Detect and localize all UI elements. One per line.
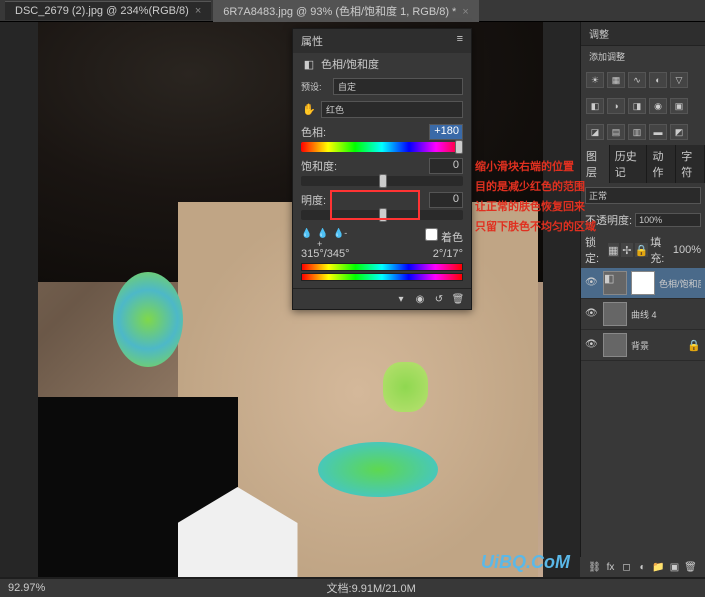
selective-color-icon[interactable]: ◩ — [670, 124, 688, 140]
delete-layer-icon[interactable]: 🗑 — [684, 560, 698, 574]
delete-icon[interactable]: 🗑 — [450, 292, 466, 306]
annotation-2: 目的是减少红色的范围 — [475, 178, 585, 194]
layers-tabs: 图层 历史记 动作 字符 — [581, 145, 705, 183]
output-color-bar[interactable] — [301, 273, 463, 281]
new-group-icon[interactable]: 📁 — [652, 560, 666, 574]
layer-background[interactable]: 👁 背景 🔒 — [581, 330, 705, 361]
opacity-value[interactable]: 100% — [635, 213, 701, 227]
close-icon[interactable]: × — [195, 5, 201, 17]
saturation-slider[interactable] — [301, 176, 463, 186]
color-balance-icon[interactable]: ◑ — [607, 98, 625, 114]
document-size: 文档:9.91M/21.0M — [327, 580, 416, 596]
lightness-label: 明度: — [301, 192, 326, 208]
panel-title: 属性 — [301, 33, 323, 49]
clip-to-layer-icon[interactable]: ▾ — [393, 292, 409, 306]
visibility-icon[interactable]: 👁 — [585, 308, 599, 320]
annotation-4: 只留下肤色不均匀的区域 — [475, 218, 596, 234]
vibrance-icon[interactable]: ▽ — [670, 72, 688, 88]
hue-value[interactable]: +180 — [429, 124, 463, 140]
properties-panel: 属性 ≡ ◧ 色相/饱和度 预设: 自定 ✋ 红色 色相: +180 饱和度: 0 明… — [292, 28, 472, 310]
reset-icon[interactable]: ↺ — [431, 292, 447, 306]
tab-layers[interactable]: 图层 — [581, 145, 610, 183]
lock-label: 锁定: — [585, 234, 606, 266]
colorize-checkbox[interactable]: 着色 — [425, 228, 463, 245]
document-tab-2[interactable]: 6R7A8483.jpg @ 93% (色相/饱和度 1, RGB/8) *× — [213, 0, 479, 22]
hue-sat-icon[interactable]: ◧ — [586, 98, 604, 114]
document-tab-1[interactable]: DSC_2679 (2).jpg @ 234%(RGB/8)× — [5, 1, 211, 20]
add-adjustment-label: 添加调整 — [581, 46, 705, 67]
hue-label: 色相: — [301, 124, 326, 140]
annotation-3: 让正常的肤色恢复回来 — [475, 198, 585, 214]
tab-character[interactable]: 字符 — [676, 145, 705, 183]
curves-icon[interactable]: ∿ — [628, 72, 646, 88]
layer-curves[interactable]: 👁 曲线 4 — [581, 299, 705, 330]
eyedropper-icon[interactable]: 💧 — [301, 228, 315, 242]
lock-icon: 🔒 — [687, 339, 701, 352]
hand-tool-icon[interactable]: ✋ — [301, 102, 317, 118]
view-previous-icon[interactable]: ◉ — [412, 292, 428, 306]
eyedropper-add-icon[interactable]: 💧+ — [317, 228, 331, 242]
input-color-bar[interactable] — [301, 263, 463, 271]
mask-thumb[interactable] — [631, 271, 655, 295]
layer-fx-icon[interactable]: fx — [604, 560, 618, 574]
lightness-value[interactable]: 0 — [429, 192, 463, 208]
fill-label: 填充: — [650, 234, 671, 266]
visibility-icon[interactable]: 👁 — [585, 277, 599, 289]
highlight-box — [330, 190, 420, 220]
fill-value[interactable]: 100% — [673, 244, 701, 256]
channel-mixer-icon[interactable]: ▣ — [670, 98, 688, 114]
tab-bar: DSC_2679 (2).jpg @ 234%(RGB/8)× 6R7A8483… — [0, 0, 705, 22]
add-mask-icon[interactable]: ◻ — [620, 560, 634, 574]
range-start: 315°/345° — [301, 248, 350, 260]
brightness-icon[interactable]: ☀ — [586, 72, 604, 88]
preset-label: 预设: — [301, 80, 329, 93]
channel-select[interactable]: 红色 — [321, 101, 463, 118]
close-icon[interactable]: × — [462, 6, 468, 18]
tab-history[interactable]: 历史记 — [610, 145, 648, 183]
layer-thumb — [603, 333, 627, 357]
zoom-level[interactable]: 92.97% — [8, 582, 45, 594]
lock-position-icon[interactable]: ✢ — [621, 243, 633, 257]
visibility-icon[interactable]: 👁 — [585, 339, 599, 351]
lock-pixels-icon[interactable]: ▦ — [608, 243, 620, 257]
layer-thumb — [603, 302, 627, 326]
levels-icon[interactable]: ▦ — [607, 72, 625, 88]
new-layer-icon[interactable]: ▣ — [668, 560, 682, 574]
watermark: UiBQ.CoM — [481, 552, 570, 573]
adjustments-header: 调整 — [581, 22, 705, 46]
range-end: 2°/17° — [433, 248, 463, 260]
eyedropper-subtract-icon[interactable]: 💧- — [333, 228, 347, 242]
adjustment-thumb: ◧ — [603, 271, 627, 295]
invert-icon[interactable]: ◪ — [586, 124, 604, 140]
bw-icon[interactable]: ◨ — [628, 98, 646, 114]
link-layers-icon[interactable]: ⛓ — [588, 560, 602, 574]
saturation-label: 饱和度: — [301, 158, 337, 174]
right-panel: 调整 添加调整 ☀ ▦ ∿ ◐ ▽ ◧ ◑ ◨ ◉ ▣ ◪ ▤ ▥ ▬ ◩ 图层… — [580, 22, 705, 577]
preset-select[interactable]: 自定 — [333, 78, 463, 95]
hue-sat-icon: ◧ — [301, 56, 317, 72]
canvas-area[interactable] — [0, 22, 580, 577]
tab-actions[interactable]: 动作 — [647, 145, 676, 183]
lock-all-icon[interactable]: 🔒 — [635, 243, 649, 257]
new-adjustment-icon[interactable]: ◐ — [636, 560, 650, 574]
saturation-value[interactable]: 0 — [429, 158, 463, 174]
photo-filter-icon[interactable]: ◉ — [649, 98, 667, 114]
posterize-icon[interactable]: ▤ — [607, 124, 625, 140]
threshold-icon[interactable]: ▥ — [628, 124, 646, 140]
blend-mode-select[interactable]: 正常 — [585, 187, 701, 204]
layer-hue-saturation[interactable]: 👁 ◧ 色相/饱和度 1 — [581, 268, 705, 299]
gradient-map-icon[interactable]: ▬ — [649, 124, 667, 140]
exposure-icon[interactable]: ◐ — [649, 72, 667, 88]
annotation-1: 缩小滑块右端的位置 — [475, 158, 574, 174]
panel-menu-icon[interactable]: ≡ — [457, 33, 463, 49]
status-bar: 92.97% 文档:9.91M/21.0M — [0, 579, 705, 597]
hue-slider[interactable] — [301, 142, 463, 152]
layers-footer: ⛓ fx ◻ ◐ 📁 ▣ 🗑 — [580, 557, 705, 577]
adjustment-type: 色相/饱和度 — [321, 56, 379, 72]
